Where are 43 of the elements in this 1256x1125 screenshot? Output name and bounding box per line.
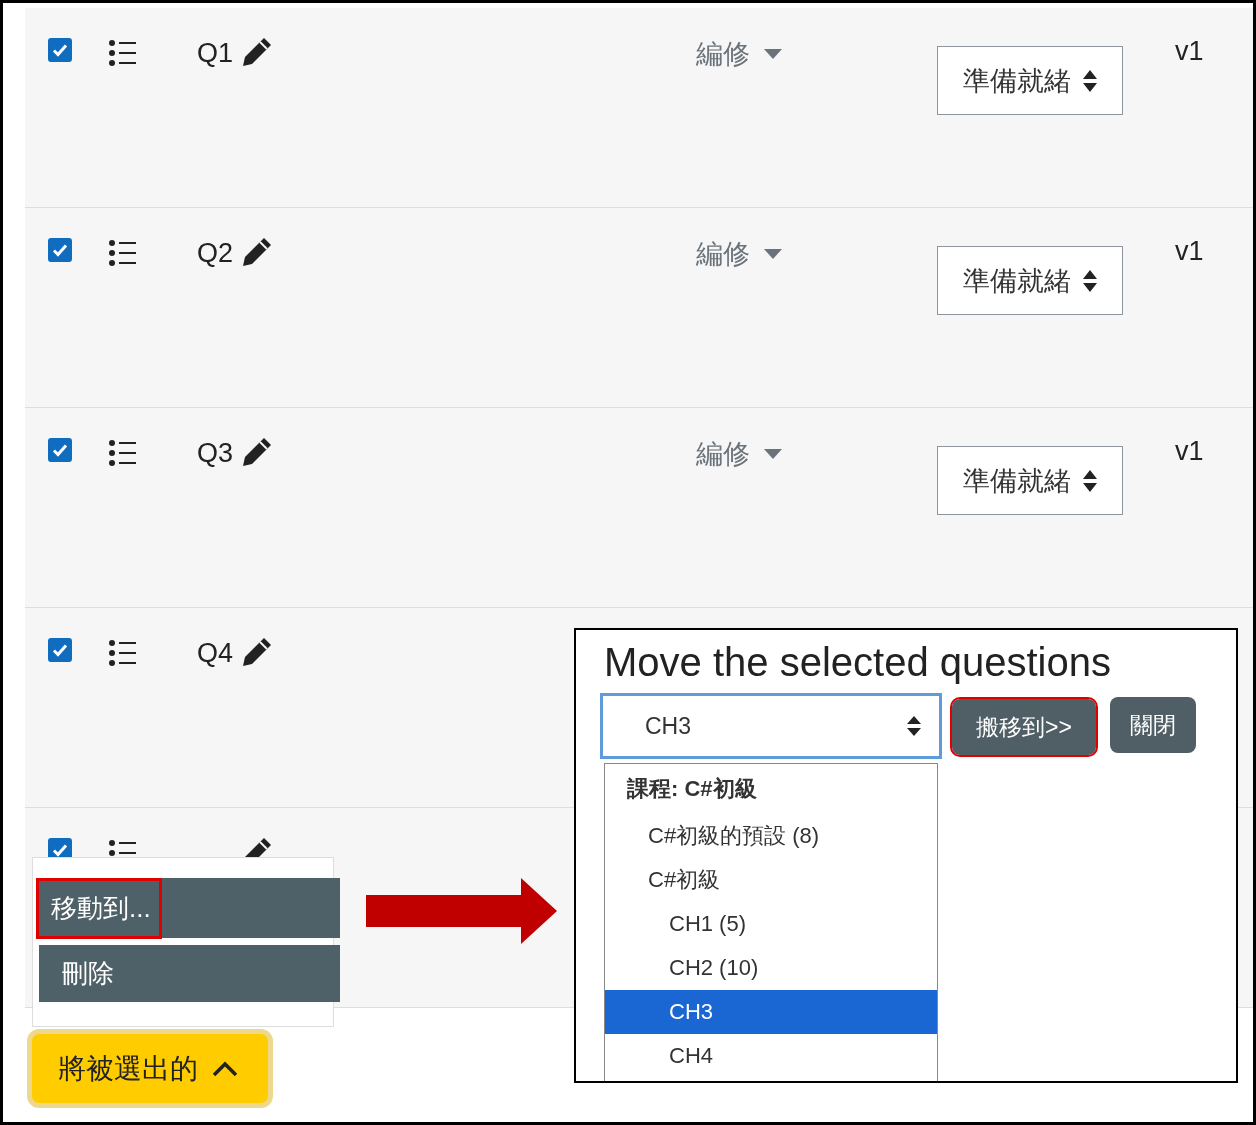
option-group-label: 課程: C#初級	[626, 775, 758, 803]
checkbox[interactable]	[48, 438, 72, 462]
status-select[interactable]: 準備就緒	[937, 246, 1123, 315]
list-icon[interactable]	[108, 238, 138, 268]
version-label: v1	[1175, 36, 1205, 67]
list-icon[interactable]	[108, 38, 138, 68]
version-label: v1	[1175, 436, 1205, 467]
question-name: Q3	[197, 439, 234, 467]
caret-down-icon	[764, 449, 782, 459]
move-button[interactable]: 搬移到>>	[952, 699, 1096, 755]
checkbox[interactable]	[48, 638, 72, 662]
menu-item[interactable]: 移動到...	[39, 878, 340, 938]
edit-menu[interactable]: 編修	[696, 36, 937, 72]
caret-down-icon	[764, 49, 782, 59]
edit-menu[interactable]: 編修	[696, 236, 937, 272]
checkbox[interactable]	[48, 38, 72, 62]
menu-item[interactable]: 刪除	[39, 945, 340, 1002]
dropdown-option[interactable]: CH4	[605, 1034, 937, 1078]
question-name: Q2	[197, 239, 234, 267]
question-name: Q1	[197, 39, 234, 67]
dropdown-option[interactable]: CH3	[605, 990, 937, 1034]
selection-toggle-button[interactable]: 將被選出的	[27, 1029, 273, 1108]
sort-icon	[1083, 69, 1097, 92]
arrow-icon	[363, 877, 557, 945]
sort-icon	[1083, 269, 1097, 292]
dropdown-option[interactable]: C#初級的預設 (8)	[605, 814, 937, 858]
dropdown-option[interactable]: C#初級	[605, 858, 937, 902]
version-label: v1	[1175, 236, 1205, 267]
status-select[interactable]: 準備就緒	[937, 446, 1123, 515]
checkbox[interactable]	[48, 238, 72, 262]
sort-icon	[907, 716, 921, 736]
question-name: Q4	[197, 639, 234, 667]
dialog-title: Move the selected questions	[604, 640, 1112, 685]
close-button[interactable]: 關閉	[1109, 697, 1196, 753]
status-select[interactable]: 準備就緒	[937, 46, 1123, 115]
list-icon[interactable]	[108, 438, 138, 468]
dropdown-option[interactable]: CH2 (10)	[605, 946, 937, 990]
sort-icon	[1083, 469, 1097, 492]
caret-down-icon	[764, 249, 782, 259]
category-select[interactable]: CH3	[600, 693, 942, 759]
edit-menu[interactable]: 編修	[696, 436, 937, 472]
dropdown-option[interactable]: CH1 (5)	[605, 902, 937, 946]
list-icon[interactable]	[108, 638, 138, 668]
